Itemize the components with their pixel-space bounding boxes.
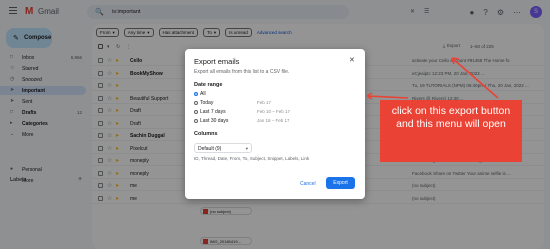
annotation-callout: click on this export button and this men… [380, 100, 522, 162]
columns-select[interactable]: Default (9) ▾ [194, 143, 252, 153]
option-label: Last 7 days [200, 109, 226, 115]
cancel-button[interactable]: Cancel [297, 179, 319, 189]
option-label: All [200, 91, 206, 97]
export-emails-dialog: Export emails ✕ Export all emails from t… [185, 49, 365, 199]
date-option-last-7-days[interactable]: Last 7 days Feb 10 – Feb 17 [194, 109, 354, 115]
columns-select-value: Default (9) [198, 146, 222, 152]
date-option-last-30-days[interactable]: Last 30 days Jan 18 – Feb 17 [194, 118, 354, 124]
columns-heading: Columns [194, 131, 218, 137]
option-range: Feb 17 [257, 100, 272, 105]
option-label: Last 30 days [200, 118, 229, 124]
radio[interactable] [194, 119, 198, 123]
radio[interactable] [194, 110, 198, 114]
dialog-subtitle: Export all emails from this list to a CS… [194, 69, 290, 75]
export-confirm-button[interactable]: Export [326, 177, 355, 189]
dialog-title: Export emails [194, 57, 240, 66]
close-icon[interactable]: ✕ [349, 56, 355, 64]
chevron-down-icon: ▾ [245, 146, 248, 151]
gmail-app: M Gmail 🔍 is:important ✕ ☰ ● ? ⚙ ⋯ S ✎ C… [0, 0, 550, 249]
option-range: Feb 10 – Feb 17 [257, 109, 291, 114]
option-range: Jan 18 – Feb 17 [257, 118, 290, 123]
date-range-heading: Date range [194, 82, 223, 88]
option-label: Today [200, 100, 214, 106]
radio-selected[interactable] [194, 92, 198, 96]
date-option-today[interactable]: Today Feb 17 [194, 100, 354, 106]
radio[interactable] [194, 101, 198, 105]
date-option-all[interactable]: All [194, 91, 354, 97]
columns-list: ID, Thread, Date, From, To, Subject, Sni… [194, 156, 310, 161]
